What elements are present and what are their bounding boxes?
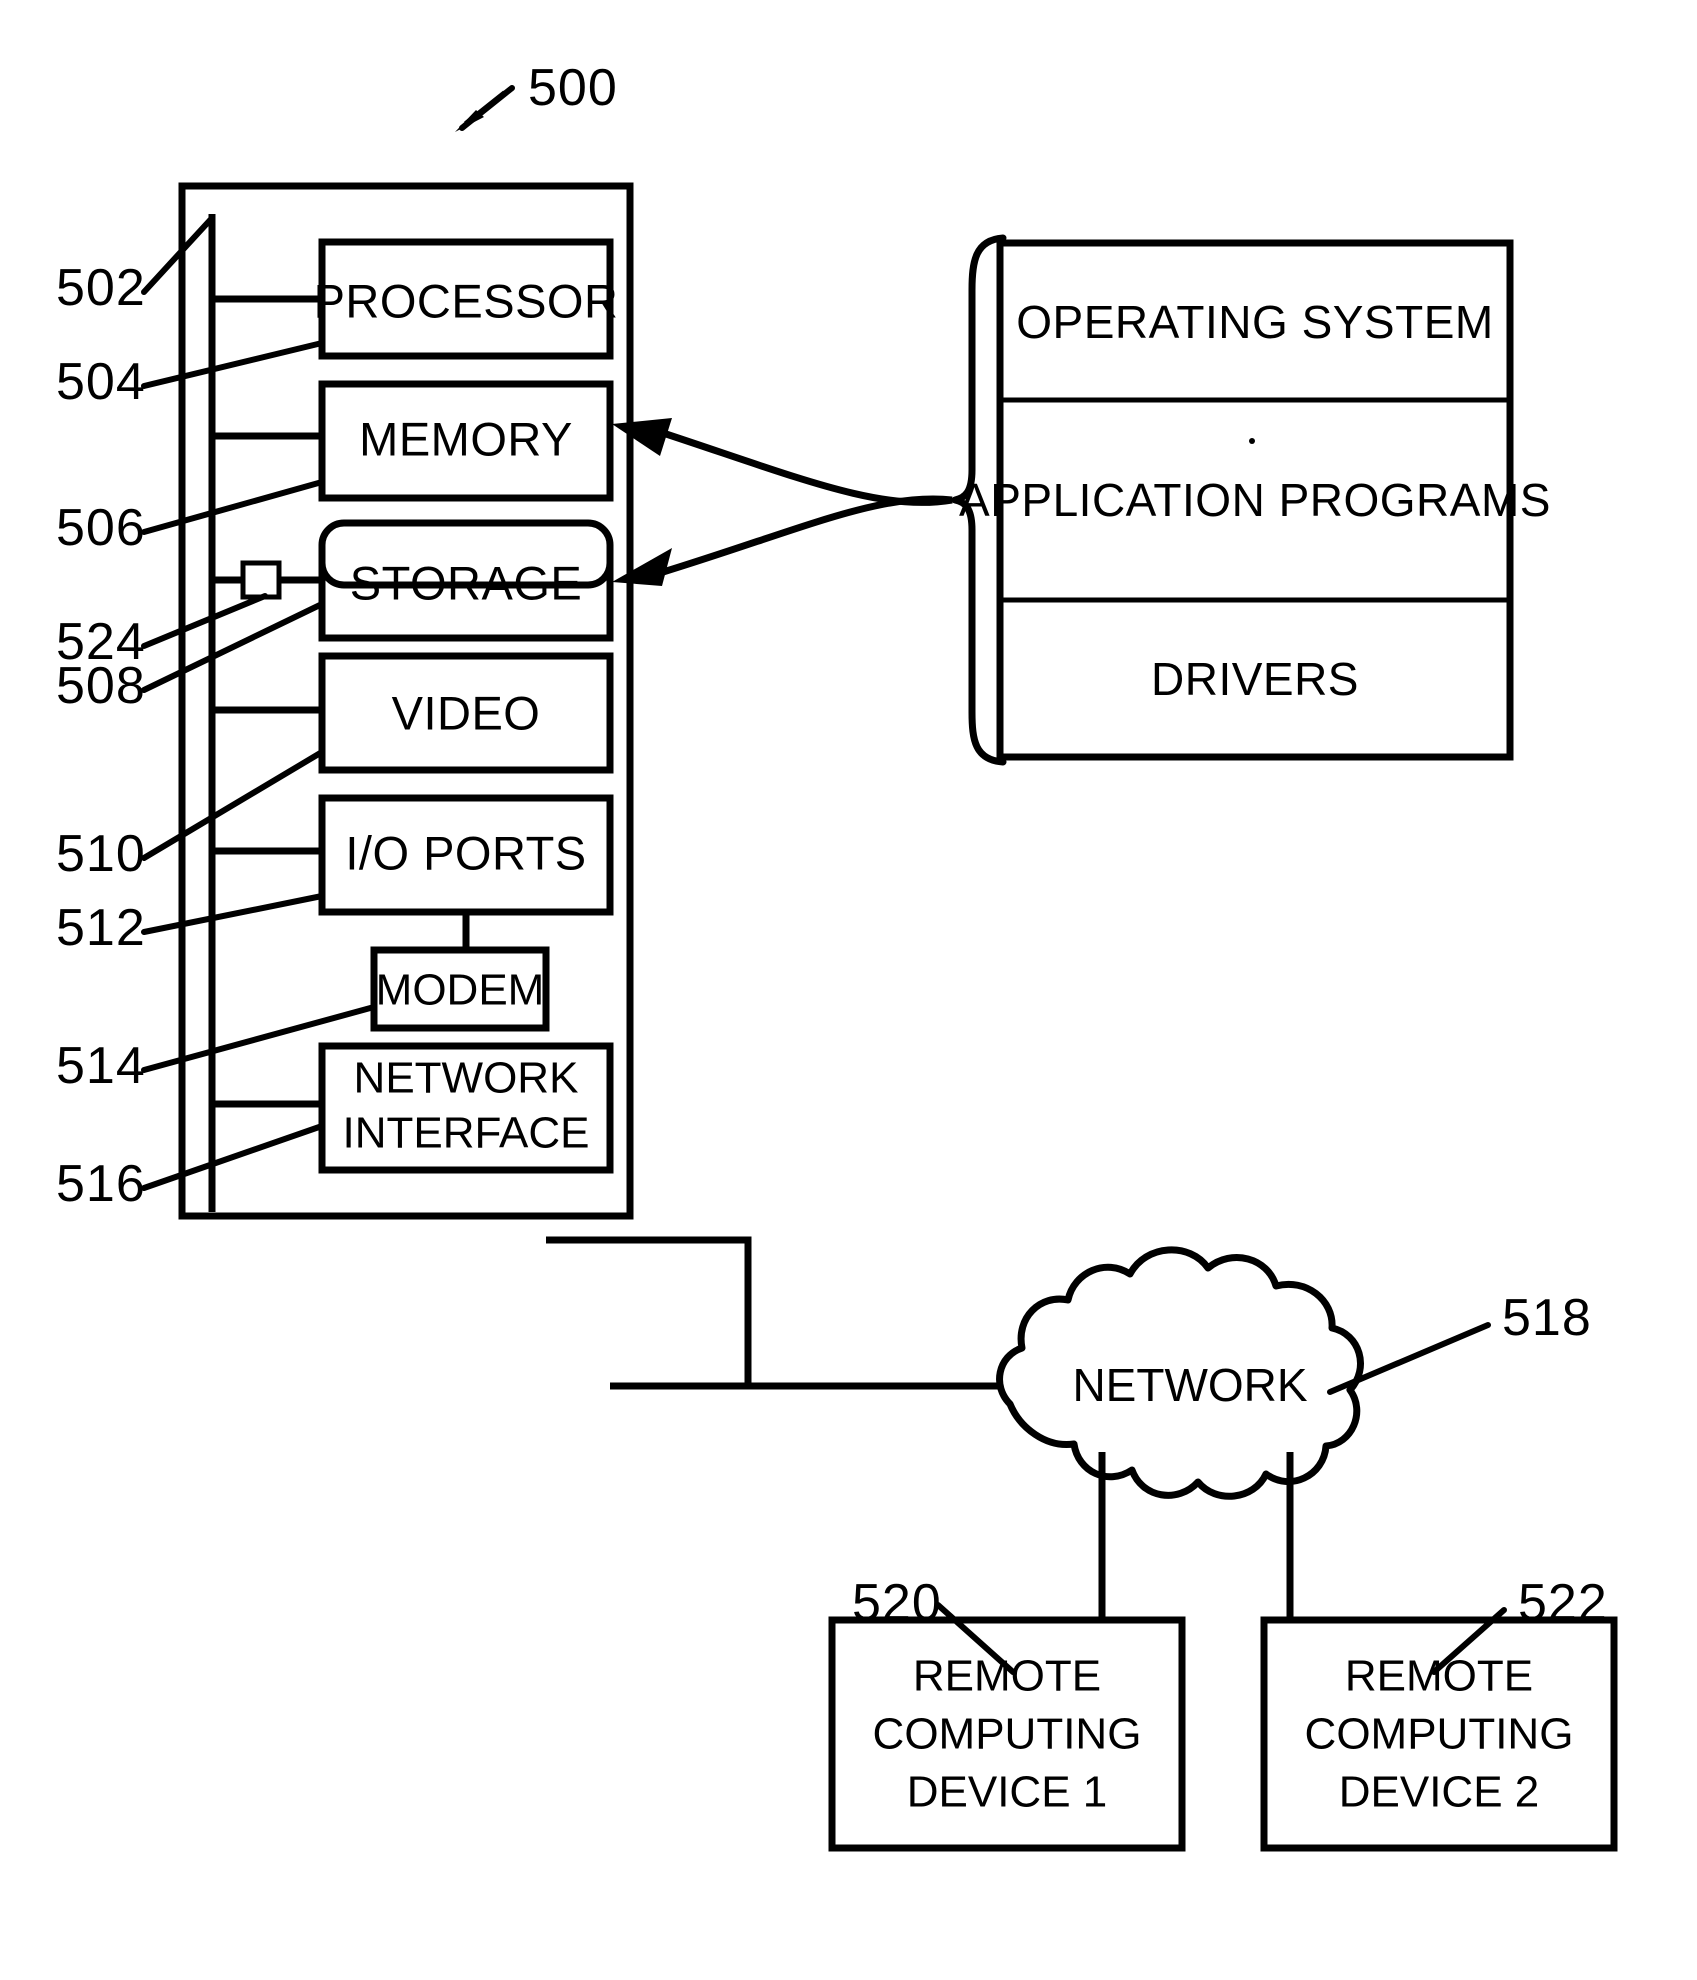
remote-device-2-line3: DEVICE 2 [1339, 1768, 1540, 1817]
network-wiring [546, 1236, 1003, 1390]
remote-device-2-line1: REMOTE [1345, 1652, 1533, 1701]
ref-522: 522 [1518, 1574, 1608, 1632]
block-network-interface-label-line2: INTERFACE [343, 1109, 590, 1158]
block-storage[interactable]: STORAGE [318, 519, 614, 642]
ref-506: 506 [56, 499, 146, 557]
figure-canvas: 500 PROCESSOR MEMORY STORAGE VIDEO I/O P… [0, 0, 1697, 1980]
ref-512: 512 [56, 899, 146, 957]
bus-connector-square-524 [240, 560, 282, 600]
network-cloud-label: NETWORK [1072, 1359, 1307, 1411]
block-io-ports-label: I/O PORTS [345, 827, 586, 880]
ref-520: 520 [852, 1574, 942, 1632]
network-cloud-group[interactable]: NETWORK [996, 1246, 1364, 1500]
figure-number-500: 500 [528, 59, 618, 117]
arrow-software-to-storage-curve [658, 495, 953, 577]
block-processor-label: PROCESSOR [314, 275, 619, 328]
remote-device-1-line3: DEVICE 1 [907, 1768, 1108, 1817]
block-video-label: VIDEO [392, 687, 541, 740]
ref-510: 510 [56, 825, 146, 883]
remote-device-1-line2: COMPUTING [873, 1710, 1142, 1759]
software-section-application-programs-label: APPLICATION PROGRAMS [959, 474, 1551, 526]
scan-dot-artifact [1249, 438, 1255, 444]
block-modem-label: MODEM [376, 966, 545, 1015]
software-section-drivers-label: DRIVERS [1151, 653, 1359, 705]
software-to-hardware-arrows [612, 418, 953, 586]
block-network-interface-label-line1: NETWORK [354, 1054, 579, 1103]
wire-modem-to-network [546, 1236, 752, 1386]
remote-device-2-group[interactable]: REMOTE COMPUTING DEVICE 2 [1260, 1452, 1618, 1852]
ref-518: 518 [1502, 1289, 1592, 1347]
ref-504: 504 [56, 353, 146, 411]
block-diagram-500: 500 PROCESSOR MEMORY STORAGE VIDEO I/O P… [56, 59, 1618, 1852]
figure-arrow-head [455, 110, 484, 132]
remote-device-2-line2: COMPUTING [1305, 1710, 1574, 1759]
remote-device-1-line1: REMOTE [913, 1652, 1101, 1701]
block-storage-label: STORAGE [350, 557, 582, 610]
ref-508: 508 [56, 657, 146, 715]
software-panel: OPERATING SYSTEM APPLICATION PROGRAMS DR… [959, 239, 1551, 761]
remote-device-1-group[interactable]: REMOTE COMPUTING DEVICE 1 [828, 1452, 1186, 1852]
ref-516: 516 [56, 1155, 146, 1213]
ref-514: 514 [56, 1037, 146, 1095]
figure-number-group: 500 [455, 59, 618, 132]
ref-502: 502 [56, 259, 146, 317]
software-section-operating-system-label: OPERATING SYSTEM [1016, 296, 1493, 348]
arrow-software-to-memory-curve [658, 428, 953, 506]
block-memory-label: MEMORY [359, 413, 573, 466]
